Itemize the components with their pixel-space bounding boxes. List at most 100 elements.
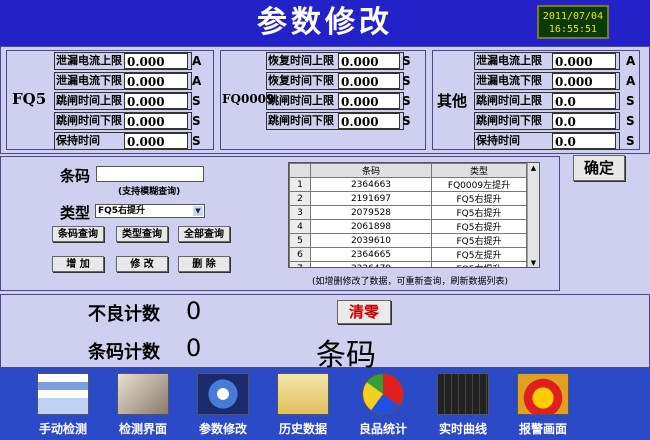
- param-value-field[interactable]: 0.000: [338, 93, 400, 109]
- chevron-down-icon[interactable]: ▼: [193, 206, 203, 216]
- param-label: 泄漏电流下限: [56, 74, 122, 87]
- nav-item-alarm[interactable]: 报警画面: [508, 371, 578, 437]
- nav-item-label: 参数修改: [198, 422, 247, 436]
- table-cell-type: FQ5右提升: [431, 233, 527, 248]
- param-unit: S: [192, 114, 201, 128]
- param-label: 泄漏电流上限: [476, 54, 542, 67]
- param-unit: A: [626, 54, 636, 68]
- table-header-index: [289, 163, 311, 178]
- edit-button[interactable]: 修 改: [116, 256, 168, 272]
- table-cell-type: FQ5右提升: [431, 261, 527, 267]
- nav-item-label: 良品统计: [358, 422, 407, 436]
- alarm-icon[interactable]: [517, 373, 569, 415]
- param-label: 跳闸时间上限: [56, 94, 122, 107]
- table-cell-type: FQ5右提升: [431, 205, 527, 220]
- table-note: (如增删修改了数据，可重新查询，刷新数据列表): [312, 277, 509, 287]
- type-select-value: FQ5右提升: [98, 206, 146, 216]
- param-label: 保持时间: [56, 134, 100, 147]
- param-unit: S: [192, 94, 201, 108]
- nav-item-realtime-curve[interactable]: 实时曲线: [428, 371, 498, 437]
- fuzzy-hint: (支持模糊查询): [118, 187, 181, 197]
- param-label: 跳闸时间上限: [476, 94, 542, 107]
- barcode-input[interactable]: [96, 166, 204, 182]
- data-table[interactable]: 条码 类型 1 2364663 FQ0009左提升 2 2191697 FQ5右提升 3 20…: [288, 162, 540, 268]
- clock-date: 2011/07/04: [542, 11, 604, 22]
- param-value-field[interactable]: 0.0: [552, 133, 616, 149]
- param-value-field[interactable]: 0.000: [338, 113, 400, 129]
- param-value-field[interactable]: 0.000: [124, 93, 188, 109]
- clock-time: 16:55:51: [548, 24, 598, 35]
- param-label: 跳闸时间上限: [268, 94, 334, 107]
- nav-item-manual-test[interactable]: 手动检测: [28, 371, 98, 437]
- param-unit: S: [192, 134, 201, 148]
- param-label: 恢复时间上限: [268, 54, 334, 67]
- param-label: 泄漏电流上限: [56, 54, 122, 67]
- table-header-barcode: 条码: [310, 163, 432, 178]
- param-value-field[interactable]: 0.000: [552, 73, 616, 89]
- param-unit: S: [402, 94, 411, 108]
- clear-button[interactable]: 清零: [337, 300, 391, 324]
- param-value-field[interactable]: 0.000: [124, 73, 188, 89]
- test-screen-icon[interactable]: [117, 373, 169, 415]
- table-row[interactable]: 2 2191697 FQ5右提升: [289, 191, 527, 206]
- param-unit: S: [626, 94, 635, 108]
- param-value-field[interactable]: 0.000: [552, 53, 616, 69]
- manual-test-icon[interactable]: [37, 373, 89, 415]
- type-query-button[interactable]: 类型查询: [116, 226, 168, 242]
- panel-other-label: 其他: [437, 92, 468, 110]
- nav-item-label: 手动检测: [38, 422, 87, 436]
- nav-item-params[interactable]: 参数修改: [188, 371, 258, 437]
- param-value-field[interactable]: 0.0: [552, 93, 616, 109]
- delete-button[interactable]: 删 除: [178, 256, 230, 272]
- table-cell-index: 4: [289, 219, 311, 234]
- param-value-field[interactable]: 0.0: [552, 113, 616, 129]
- table-cell-barcode: 2364665: [310, 247, 432, 262]
- nav-item-history[interactable]: 历史数据: [268, 371, 338, 437]
- table-header-type: 类型: [431, 163, 527, 178]
- param-value-field[interactable]: 0.000: [338, 73, 400, 89]
- params-icon[interactable]: [197, 373, 249, 415]
- nav-item-test-screen[interactable]: 检测界面: [108, 371, 178, 437]
- barcode-count-value: 0: [186, 334, 202, 362]
- type-label: 类型: [60, 204, 91, 222]
- barcode-count-label: 条码计数: [88, 342, 160, 363]
- table-row[interactable]: 72226479FQ5右提升: [289, 261, 527, 267]
- param-unit: S: [626, 134, 635, 148]
- param-value-field[interactable]: 0.000: [124, 53, 188, 69]
- table-row[interactable]: 5 2039610 FQ5右提升: [289, 233, 527, 248]
- all-query-button[interactable]: 全部查询: [178, 226, 230, 242]
- page-title: 参数修改: [257, 5, 393, 40]
- param-unit: A: [626, 74, 636, 88]
- table-row[interactable]: 3 2079528 FQ5右提升: [289, 205, 527, 220]
- param-label: 跳闸时间下限: [56, 114, 122, 127]
- table-cell-type: FQ5右提升: [431, 191, 527, 206]
- table-cell-barcode: 2061898: [310, 219, 432, 234]
- param-label: 跳闸时间下限: [268, 114, 334, 127]
- param-value-field[interactable]: 0.000: [124, 113, 188, 129]
- param-value-field[interactable]: 0.000: [338, 53, 400, 69]
- param-value-field[interactable]: 0.000: [124, 133, 188, 149]
- table-cell-type: FQ5左提升: [431, 247, 527, 262]
- table-row[interactable]: 1 2364663 FQ0009左提升: [289, 177, 527, 192]
- scroll-up-icon[interactable]: ▲: [529, 164, 538, 173]
- table-cell-index: 1: [289, 177, 311, 192]
- type-select[interactable]: FQ5右提升 ▼: [95, 204, 205, 218]
- add-button[interactable]: 增 加: [52, 256, 104, 272]
- table-header-row: 条码 类型: [289, 163, 527, 178]
- realtime-curve-icon[interactable]: [437, 373, 489, 415]
- table-row[interactable]: 4 2061898 FQ5右提升: [289, 219, 527, 234]
- bad-count-label: 不良计数: [88, 304, 160, 325]
- confirm-button[interactable]: 确定: [573, 155, 625, 181]
- table-scrollbar[interactable]: ▲ ▼: [527, 163, 539, 267]
- barcode-query-button[interactable]: 条码查询: [52, 226, 104, 242]
- param-unit: A: [192, 74, 202, 88]
- table-cell-barcode: 2226479: [310, 261, 432, 267]
- table-row[interactable]: 6 2364665 FQ5左提升: [289, 247, 527, 262]
- table-cell-index: 6: [289, 247, 311, 262]
- history-icon[interactable]: [277, 373, 329, 415]
- table-cell-barcode: 2079528: [310, 205, 432, 220]
- scroll-down-icon[interactable]: ▼: [529, 259, 538, 267]
- pie-chart-icon[interactable]: [362, 373, 404, 415]
- param-label: 泄漏电流下限: [476, 74, 542, 87]
- nav-item-pie-chart[interactable]: 良品统计: [348, 371, 418, 437]
